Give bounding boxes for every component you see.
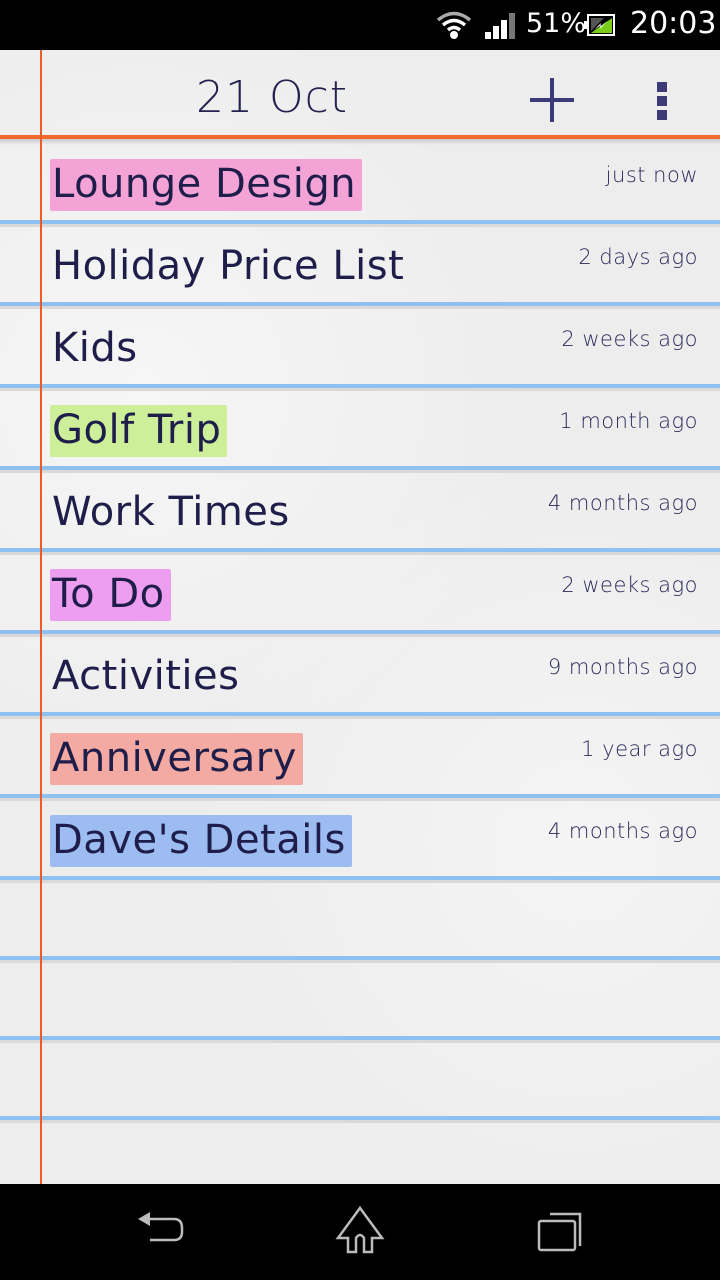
note-title: Golf Trip [50, 405, 228, 457]
wifi-icon [436, 11, 472, 39]
note-title: Kids [52, 325, 138, 371]
note-time: 2 weeks ago [561, 573, 698, 597]
clock: 20:03 [630, 6, 717, 41]
note-title: Anniversary [50, 733, 303, 785]
note-title: Dave's Details [50, 815, 352, 867]
note-row[interactable]: Golf Trip 1 month ago [0, 391, 720, 473]
note-time: 1 month ago [559, 409, 698, 433]
note-time: 2 weeks ago [561, 327, 698, 351]
home-icon [335, 1205, 385, 1254]
note-row[interactable]: To Do 2 weeks ago [0, 555, 720, 637]
note-title: Work Times [52, 489, 290, 535]
note-time: just now [605, 163, 698, 187]
battery-charging-icon [584, 14, 615, 36]
home-button[interactable] [330, 1204, 390, 1260]
notes-page: 21 Oct Lounge Design just now Holiday Pri… [0, 50, 720, 1184]
add-note-button[interactable] [522, 72, 582, 132]
empty-rule-line [0, 963, 720, 1043]
note-row[interactable]: Dave's Details 4 months ago [0, 801, 720, 883]
recent-apps-button[interactable] [530, 1204, 590, 1260]
note-row[interactable]: Work Times 4 months ago [0, 473, 720, 555]
notes-list: Lounge Design just now Holiday Price List… [0, 145, 720, 1123]
app-header: 21 Oct [0, 50, 720, 138]
status-bar: 51% 20:03 [0, 0, 720, 50]
battery-percent: 51% [526, 8, 587, 39]
note-time: 2 days ago [578, 245, 698, 269]
note-time: 4 months ago [547, 819, 698, 843]
note-time: 4 months ago [547, 491, 698, 515]
back-button[interactable] [130, 1204, 190, 1260]
overflow-menu-button[interactable] [646, 74, 682, 130]
note-time: 1 year ago [581, 737, 698, 761]
note-time: 9 months ago [547, 655, 698, 679]
back-icon [138, 1212, 184, 1242]
note-row[interactable]: Activities 9 months ago [0, 637, 720, 719]
note-row[interactable]: Lounge Design just now [0, 145, 720, 227]
margin-line [40, 50, 42, 1184]
note-row[interactable]: Kids 2 weeks ago [0, 309, 720, 391]
date-title: 21 Oct [196, 72, 349, 123]
note-row[interactable]: Holiday Price List 2 days ago [0, 227, 720, 309]
empty-rule-line [0, 883, 720, 963]
plus-icon [530, 78, 574, 122]
note-title: Holiday Price List [52, 243, 405, 289]
note-title: To Do [50, 569, 171, 621]
signal-icon [485, 13, 515, 39]
note-title: Activities [52, 653, 240, 699]
recent-apps-icon [537, 1212, 582, 1252]
overflow-menu-icon [657, 82, 667, 120]
note-row[interactable]: Anniversary 1 year ago [0, 719, 720, 801]
navigation-bar [0, 1184, 720, 1280]
note-title: Lounge Design [50, 159, 363, 211]
empty-rule-line [0, 1043, 720, 1123]
